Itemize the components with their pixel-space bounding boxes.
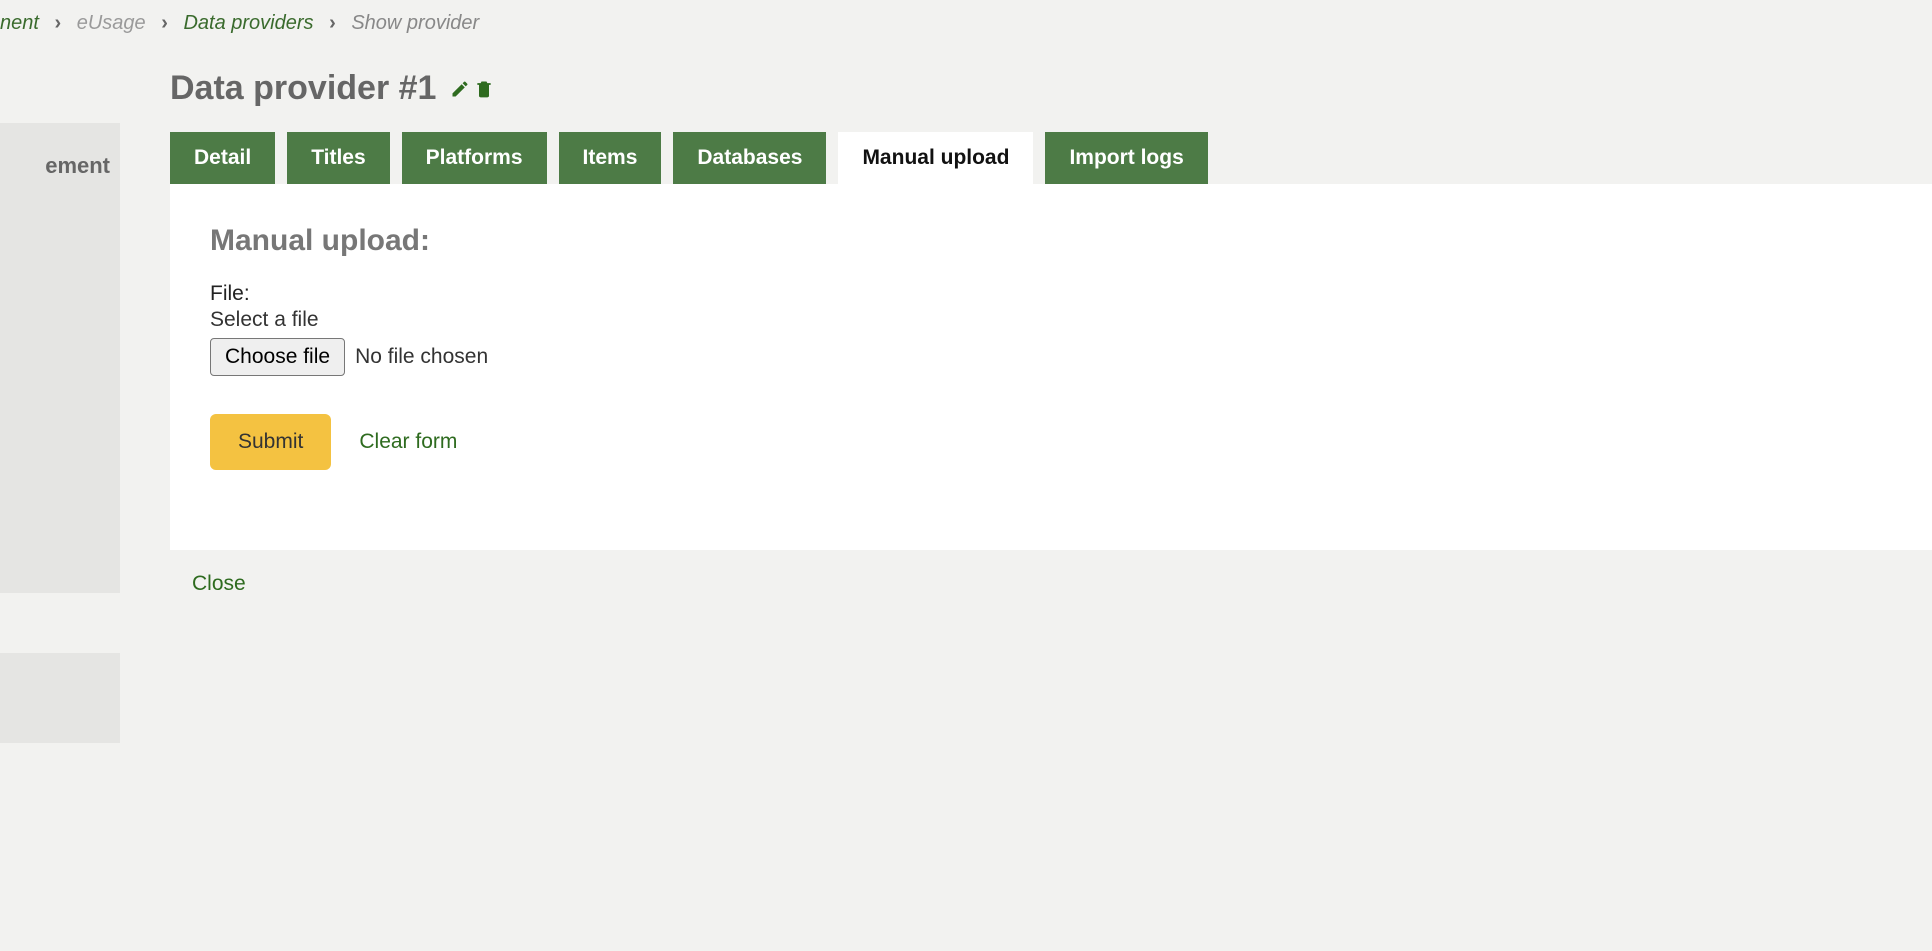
manual-upload-panel: Manual upload: File: Select a file Choos… bbox=[170, 184, 1932, 550]
tab-manual-upload[interactable]: Manual upload bbox=[838, 132, 1033, 184]
tabs: Detail Titles Platforms Items Databases … bbox=[170, 132, 1932, 184]
page-title: Data provider #1 bbox=[170, 69, 436, 108]
sidebar: ement bbox=[0, 59, 120, 951]
clear-form-link[interactable]: Clear form bbox=[359, 430, 457, 454]
breadcrumb-item[interactable]: eUsage bbox=[77, 12, 146, 34]
edit-icon[interactable] bbox=[450, 79, 470, 99]
tab-items[interactable]: Items bbox=[559, 132, 662, 184]
breadcrumb: nent › eUsage › Data providers › Show pr… bbox=[0, 0, 1932, 59]
tab-titles[interactable]: Titles bbox=[287, 132, 389, 184]
tab-detail[interactable]: Detail bbox=[170, 132, 275, 184]
tab-databases[interactable]: Databases bbox=[673, 132, 826, 184]
tab-platforms[interactable]: Platforms bbox=[402, 132, 547, 184]
sidebar-block: ement bbox=[0, 123, 120, 593]
close-link[interactable]: Close bbox=[192, 572, 246, 596]
chevron-right-icon: › bbox=[55, 12, 62, 34]
breadcrumb-item[interactable]: nent bbox=[0, 12, 39, 34]
breadcrumb-item[interactable]: Data providers bbox=[183, 12, 313, 34]
panel-title: Manual upload: bbox=[210, 224, 1892, 258]
file-status: No file chosen bbox=[355, 345, 488, 369]
choose-file-button[interactable]: Choose file bbox=[210, 338, 345, 376]
trash-icon[interactable] bbox=[474, 79, 494, 99]
chevron-right-icon: › bbox=[161, 12, 168, 34]
chevron-right-icon: › bbox=[329, 12, 336, 34]
submit-button[interactable]: Submit bbox=[210, 414, 331, 470]
file-label: File: bbox=[210, 282, 1892, 306]
tab-import-logs[interactable]: Import logs bbox=[1045, 132, 1207, 184]
sidebar-block bbox=[0, 653, 120, 743]
breadcrumb-current: Show provider bbox=[351, 12, 479, 34]
main-content: Data provider #1 Detail Titles Platforms… bbox=[120, 59, 1932, 951]
select-file-label: Select a file bbox=[210, 308, 1892, 332]
sidebar-text: ement bbox=[45, 153, 110, 178]
